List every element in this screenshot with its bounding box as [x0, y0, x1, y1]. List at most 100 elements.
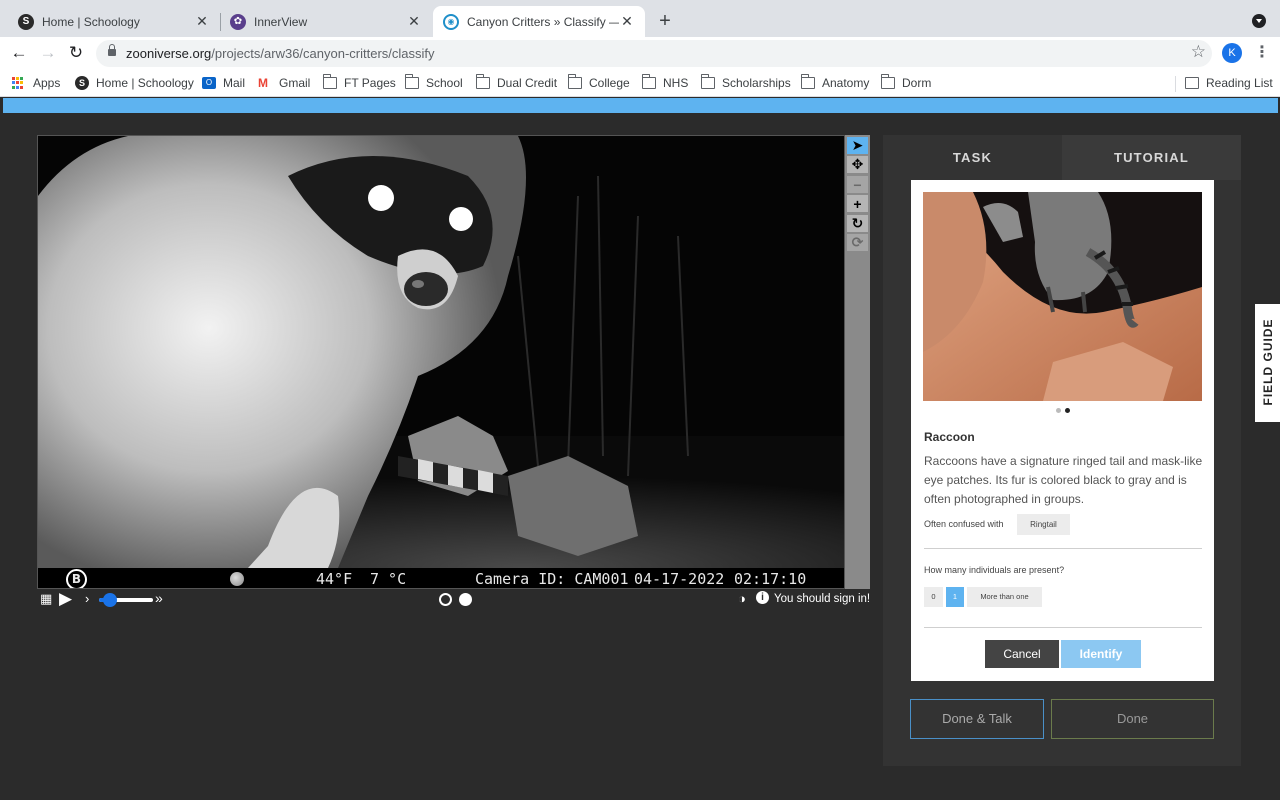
temperature-f: 44°F: [316, 570, 353, 588]
url-text[interactable]: zooniverse.org/projects/arw36/canyon-cri…: [126, 46, 435, 61]
tab-task[interactable]: TASK: [883, 135, 1062, 180]
reading-list-icon: [1185, 77, 1199, 89]
gmail-icon: M: [258, 76, 268, 90]
frame-dot-2[interactable]: [459, 593, 472, 606]
camera-brand-logo: B: [66, 569, 87, 588]
address-bar[interactable]: zooniverse.org/projects/arw36/canyon-cri…: [96, 40, 1212, 67]
new-tab-button[interactable]: +: [654, 10, 676, 32]
folder-icon: [323, 74, 337, 89]
answer-0-button[interactable]: 0: [924, 587, 943, 607]
species-description: Raccoons have a signature ringed tail an…: [924, 454, 1203, 506]
tab-canyon-critters[interactable]: ◉ Canyon Critters » Classify — Z ✕: [433, 6, 645, 37]
bookmark-dorm[interactable]: Dorm: [881, 74, 931, 90]
done-and-talk-button[interactable]: Done & Talk: [910, 699, 1044, 739]
bookmark-schoology[interactable]: S Home | Schoology: [75, 76, 194, 90]
sign-in-notice[interactable]: You should sign in!: [774, 593, 870, 605]
site-banner: [0, 98, 1280, 115]
rotate-icon[interactable]: ↻: [847, 215, 868, 232]
folder-icon: [405, 74, 419, 89]
capture-date: 04-17-2022: [634, 570, 725, 588]
pager-dot-2[interactable]: [1065, 408, 1070, 413]
play-icon[interactable]: ▶: [59, 589, 72, 609]
camera-id: Camera ID: CAM001: [475, 570, 629, 588]
close-icon[interactable]: ✕: [406, 13, 422, 30]
zooniverse-icon: ◉: [443, 13, 459, 30]
browser-toolbar: ← → ↻ zooniverse.org/projects/arw36/cany…: [0, 37, 1280, 69]
tab-title: Home | Schoology: [42, 14, 140, 29]
tab-search-icon[interactable]: [1252, 14, 1266, 28]
bookmark-dual-credit[interactable]: Dual Credit: [476, 74, 557, 90]
slow-speed-icon[interactable]: ›: [85, 591, 89, 606]
capture-time: 02:17:10: [734, 570, 807, 588]
grid-view-icon[interactable]: ▦: [40, 591, 52, 607]
cancel-button[interactable]: Cancel: [985, 640, 1059, 668]
question-label: How many individuals are present?: [924, 565, 1065, 575]
reset-icon[interactable]: ⟳: [847, 234, 868, 251]
menu-kebab-icon[interactable]: ⋮: [1254, 43, 1270, 63]
close-icon[interactable]: ✕: [194, 13, 210, 30]
apps-grid-icon: [12, 77, 26, 89]
tab-schoology[interactable]: S Home | Schoology ✕: [8, 6, 220, 37]
answer-more-button[interactable]: More than one: [967, 587, 1042, 607]
fast-speed-icon[interactable]: »: [155, 590, 163, 606]
folder-icon: [881, 74, 895, 89]
tab-title: InnerView: [254, 14, 308, 29]
bookmark-nhs[interactable]: NHS: [642, 74, 688, 90]
tab-innerview[interactable]: ✿ InnerView ✕: [220, 6, 432, 37]
schoology-icon: S: [18, 13, 34, 30]
temperature-c: 7 °C: [370, 570, 407, 588]
viewer-controls: ▦ ▶ › » ◑ i You should sign in!: [37, 589, 871, 611]
tab-tutorial[interactable]: TUTORIAL: [1062, 135, 1241, 180]
folder-icon: [476, 74, 490, 89]
forward-arrow-icon[interactable]: →: [36, 41, 60, 65]
frame-dot-1[interactable]: [439, 593, 452, 606]
confused-with-chip[interactable]: Ringtail: [1017, 514, 1070, 535]
bookmarks-bar: Apps S Home | Schoology O Mail M Gmail F…: [0, 69, 1280, 97]
move-icon[interactable]: ✥: [847, 156, 868, 173]
bookmark-college[interactable]: College: [568, 74, 630, 90]
pointer-icon[interactable]: ➤: [847, 137, 868, 154]
bookmark-gmail[interactable]: M Gmail: [258, 76, 310, 90]
lock-icon: [108, 44, 116, 56]
camera-timestamp-bar: B 44°F 7 °C Camera ID: CAM001 04-17-2022…: [38, 568, 844, 588]
viewer-toolbar: ➤ ✥ − + ↻ ⟳: [845, 135, 870, 589]
bookmark-apps[interactable]: Apps: [12, 76, 60, 90]
info-icon[interactable]: i: [756, 591, 769, 604]
speed-slider-thumb[interactable]: [103, 593, 117, 607]
subject-viewer[interactable]: B 44°F 7 °C Camera ID: CAM001 04-17-2022…: [37, 135, 845, 589]
bookmark-star-icon[interactable]: ☆: [1191, 42, 1206, 62]
species-name: Raccoon: [924, 430, 975, 444]
reload-icon[interactable]: ↻: [64, 41, 88, 65]
innerview-icon: ✿: [230, 13, 246, 30]
identify-button[interactable]: Identify: [1061, 640, 1141, 668]
bookmark-school[interactable]: School: [405, 74, 463, 90]
schoology-icon: S: [75, 76, 89, 90]
outlook-icon: O: [202, 77, 216, 89]
folder-icon: [642, 74, 656, 89]
close-icon[interactable]: ✕: [619, 13, 635, 30]
field-guide-tab[interactable]: FIELD GUIDE: [1255, 304, 1280, 422]
bookmark-scholarships[interactable]: Scholarships: [701, 74, 791, 90]
task-panel: TASK TUTORIAL Raccoon Raccoons have a si…: [883, 135, 1241, 766]
moon-phase-icon: [230, 572, 244, 586]
bookmark-ft-pages[interactable]: FT Pages: [323, 74, 396, 90]
folder-icon: [568, 74, 582, 89]
plus-icon[interactable]: +: [847, 195, 868, 212]
contrast-icon[interactable]: ◑: [738, 591, 746, 606]
back-arrow-icon[interactable]: ←: [7, 41, 31, 65]
species-card: Raccoon Raccoons have a signature ringed…: [911, 180, 1214, 681]
species-example-photo: [923, 192, 1202, 401]
answer-1-button[interactable]: 1: [946, 587, 964, 607]
folder-icon: [701, 74, 715, 89]
bookmark-anatomy[interactable]: Anatomy: [801, 74, 869, 90]
folder-icon: [801, 74, 815, 89]
tab-title: Canyon Critters » Classify — Z: [467, 14, 619, 29]
minus-icon[interactable]: −: [847, 176, 868, 193]
browser-tab-strip: S Home | Schoology ✕ ✿ InnerView ✕ ◉ Can…: [0, 0, 1280, 37]
profile-avatar[interactable]: K: [1222, 43, 1242, 63]
reading-list[interactable]: Reading List: [1185, 76, 1273, 90]
done-button[interactable]: Done: [1051, 699, 1214, 739]
pager-dot-1[interactable]: [1056, 408, 1061, 413]
divider: [924, 548, 1202, 549]
bookmark-mail[interactable]: O Mail: [202, 76, 245, 90]
